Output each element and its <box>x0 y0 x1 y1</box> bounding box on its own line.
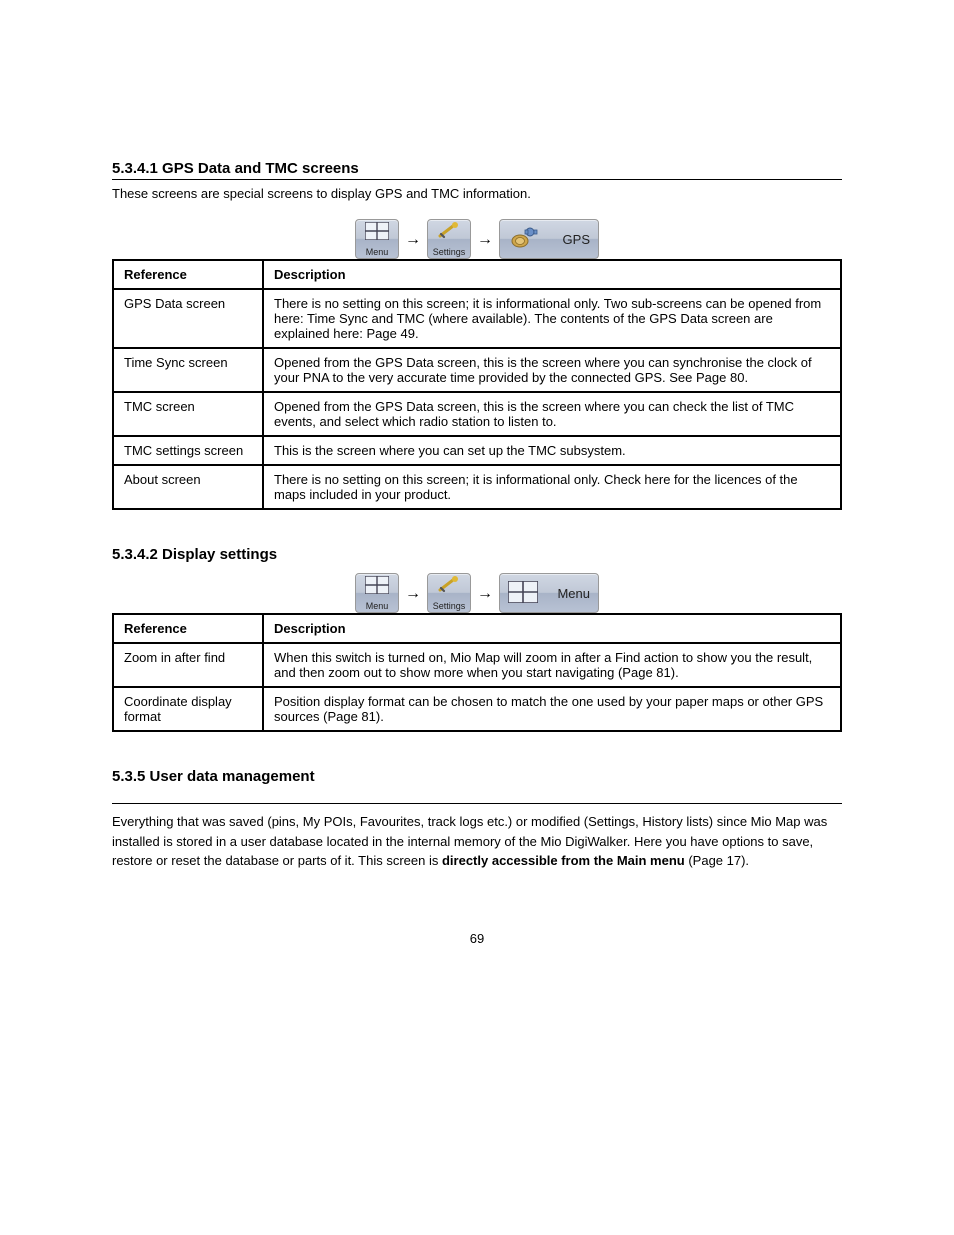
table-row: Coordinate display format Position displ… <box>113 687 841 731</box>
display-settings-table: Reference Description Zoom in after find… <box>112 613 842 732</box>
table-row: Time Sync screen Opened from the GPS Dat… <box>113 348 841 392</box>
menu-button-2[interactable]: Menu <box>355 573 399 613</box>
section1-title: 5.3.4.1 GPS Data and TMC screens <box>112 160 842 177</box>
settings-button-2[interactable]: Settings <box>427 573 471 613</box>
footer-heading: 5.3.5 User data management <box>112 768 842 785</box>
menu-button-label: Menu <box>366 247 389 257</box>
section2: 5.3.4.2 Display settings Menu → Set <box>112 546 842 732</box>
gps-settings-table: Reference Description GPS Data screen Th… <box>112 259 842 510</box>
table1-r0-left: GPS Data screen <box>113 289 263 348</box>
breadcrumb-arrow-4: → <box>477 585 493 603</box>
menu-button[interactable]: Menu <box>355 219 399 259</box>
table1-r1-left: Time Sync screen <box>113 348 263 392</box>
table1-r3-left: TMC settings screen <box>113 436 263 465</box>
breadcrumb-arrow-1: → <box>405 231 421 249</box>
table1-r2-left: TMC screen <box>113 392 263 436</box>
footer-bold-ref: directly accessible from the Main menu <box>442 853 685 868</box>
table-row: Zoom in after find When this switch is t… <box>113 643 841 687</box>
table2-r0-right: When this switch is turned on, Mio Map w… <box>263 643 841 687</box>
table1-r4-right: There is no setting on this screen; it i… <box>263 465 841 509</box>
table-row: GPS Data screen There is no setting on t… <box>113 289 841 348</box>
display-menu-button-label: Menu <box>557 586 590 601</box>
grid-icon-large <box>508 581 538 606</box>
grid-icon <box>365 222 389 243</box>
table1-header-left: Reference <box>113 260 263 289</box>
footer-underline <box>112 803 842 804</box>
table1-header-right: Description <box>263 260 841 289</box>
display-menu-button[interactable]: Menu <box>499 573 599 613</box>
page-number: 69 <box>112 931 842 946</box>
breadcrumb-gps: Menu → Settings → <box>112 219 842 259</box>
table2-r1-left: Coordinate display format <box>113 687 263 731</box>
footer-text-after: (Page 17). <box>685 853 749 868</box>
table1-r0-right: There is no setting on this screen; it i… <box>263 289 841 348</box>
table-row: About screen There is no setting on this… <box>113 465 841 509</box>
table-row: TMC screen Opened from the GPS Data scre… <box>113 392 841 436</box>
breadcrumb-display: Menu → Settings → Menu <box>112 573 842 613</box>
table1-r4-left: About screen <box>113 465 263 509</box>
settings-button-2-label: Settings <box>433 601 466 611</box>
gps-button-label: GPS <box>563 232 590 247</box>
table2-r1-right: Position display format can be chosen to… <box>263 687 841 731</box>
table2-r0-left: Zoom in after find <box>113 643 263 687</box>
section1: 5.3.4.1 GPS Data and TMC screens These s… <box>112 160 842 510</box>
table2-header-right: Description <box>263 614 841 643</box>
table2-header-left: Reference <box>113 614 263 643</box>
wrench-icon <box>437 576 461 597</box>
section2-title: 5.3.4.2 Display settings <box>112 546 842 563</box>
breadcrumb-arrow-2: → <box>477 231 493 249</box>
wrench-icon <box>437 222 461 243</box>
grid-icon <box>365 576 389 597</box>
breadcrumb-arrow-3: → <box>405 585 421 603</box>
settings-button-label: Settings <box>433 247 466 257</box>
footer-section: 5.3.5 User data management Everything th… <box>112 768 842 871</box>
menu-button-2-label: Menu <box>366 601 389 611</box>
table1-r2-right: Opened from the GPS Data screen, this is… <box>263 392 841 436</box>
settings-button[interactable]: Settings <box>427 219 471 259</box>
table1-r1-right: Opened from the GPS Data screen, this is… <box>263 348 841 392</box>
table-row: TMC settings screen This is the screen w… <box>113 436 841 465</box>
section1-desc: These screens are special screens to dis… <box>112 186 842 201</box>
table1-r3-right: This is the screen where you can set up … <box>263 436 841 465</box>
satellite-icon <box>508 226 540 253</box>
gps-button[interactable]: GPS <box>499 219 599 259</box>
section1-title-underline <box>112 179 842 180</box>
footer-note: Everything that was saved (pins, My POIs… <box>112 812 842 871</box>
